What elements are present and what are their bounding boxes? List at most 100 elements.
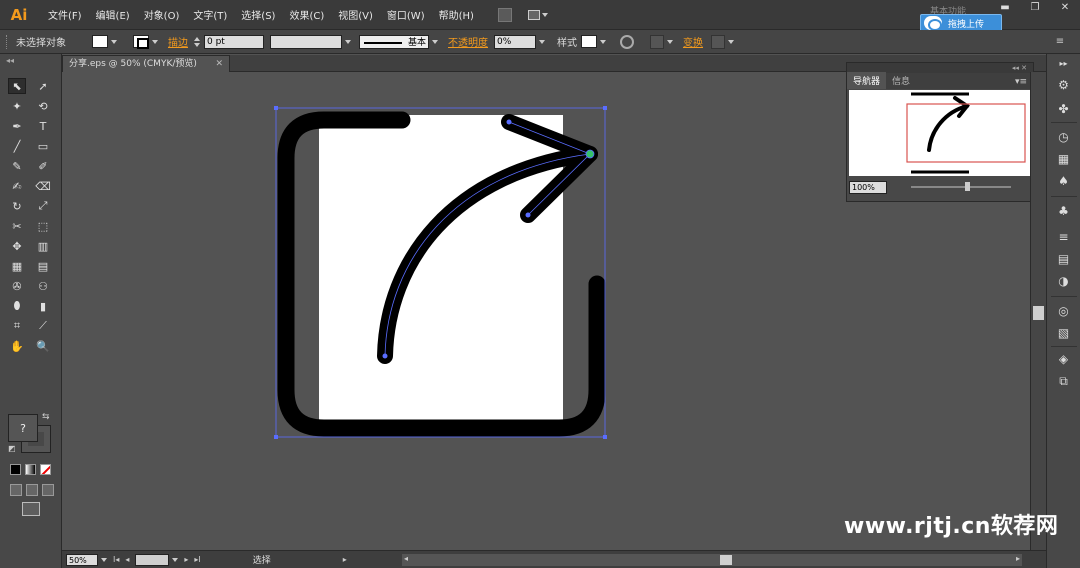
eyedropper-tool[interactable]: ✇ (8, 278, 26, 294)
stroke-panel-icon[interactable]: ≡ (1056, 230, 1071, 244)
zoom-tool[interactable]: 🔍 (34, 338, 52, 354)
menu-help[interactable]: 帮助(H) (439, 7, 474, 22)
first-artboard-button[interactable]: I◂ (113, 555, 119, 564)
selection-tool[interactable]: ⬉ (8, 78, 26, 94)
navigator-zoom-slider[interactable] (911, 182, 1011, 191)
paintbrush-tool[interactable]: ✎ (8, 158, 26, 174)
graphic-styles-panel-icon[interactable]: ▧ (1056, 326, 1071, 340)
none-mode-button[interactable] (40, 464, 51, 475)
vertical-scrollbar[interactable] (1030, 72, 1046, 550)
stroke-weight-input[interactable]: 0 pt (204, 34, 264, 49)
column-graph-tool[interactable]: ▮ (34, 298, 52, 314)
blend-tool[interactable]: ⚇ (34, 278, 52, 294)
blob-brush-tool[interactable]: ✍ (8, 178, 26, 194)
horizontal-scroll-thumb[interactable] (720, 555, 732, 565)
brush-definition[interactable]: 基本 (359, 34, 429, 49)
status-menu-icon[interactable]: ▸ (343, 555, 347, 564)
eraser-tool[interactable]: ⌫ (34, 178, 52, 194)
previous-artboard-button[interactable]: ◂ (125, 555, 129, 564)
lasso-tool[interactable]: ⟲ (34, 98, 52, 114)
draw-behind-button[interactable] (26, 484, 38, 496)
vertical-scroll-thumb[interactable] (1033, 306, 1044, 320)
menu-view[interactable]: 视图(V) (338, 7, 373, 22)
control-menu-icon[interactable] (728, 39, 734, 44)
restore-button[interactable]: ❐ (1020, 0, 1050, 14)
draw-normal-button[interactable] (10, 484, 22, 496)
zoom-level-input[interactable]: 50% (66, 553, 98, 566)
bbox-handle-top-right[interactable] (603, 106, 607, 110)
bridge-icon[interactable] (497, 7, 512, 22)
variable-width-profile[interactable] (270, 34, 342, 49)
navigator-preview[interactable] (849, 90, 1031, 176)
tab-info[interactable]: 信息 (886, 72, 916, 89)
magic-wand-tool[interactable]: ✦ (8, 98, 26, 114)
color-mode-button[interactable] (10, 464, 21, 475)
stroke-weight-stepper[interactable] (194, 35, 202, 49)
width-tool[interactable]: ✂ (8, 218, 26, 234)
perspective-grid-tool[interactable]: ▥ (34, 238, 52, 254)
graphic-styles-icon[interactable]: ♣ (1056, 204, 1071, 218)
type-tool[interactable]: T (34, 118, 52, 134)
anchor-point-start[interactable] (382, 353, 388, 359)
hand-tool[interactable]: ✋ (8, 338, 26, 354)
gradient-panel-icon[interactable]: ▤ (1056, 252, 1071, 266)
recolor-artwork-icon[interactable] (620, 34, 634, 49)
artboard-number-input[interactable] (135, 553, 170, 566)
brush-dropdown-icon[interactable] (432, 39, 438, 44)
bbox-handle-top-left[interactable] (274, 106, 278, 110)
anchor-point-head-bottom[interactable] (525, 212, 531, 218)
color-panel-icon[interactable]: ⚙ (1056, 78, 1071, 92)
free-transform-tool[interactable]: ⬚ (34, 218, 52, 234)
line-tool[interactable]: ╱ (8, 138, 26, 154)
stroke-dropdown-icon[interactable] (152, 39, 158, 44)
pencil-tool[interactable]: ✐ (34, 158, 52, 174)
dock-collapse-icon[interactable]: ▸▸ (1056, 56, 1071, 70)
symbol-sprayer-tool[interactable]: ⬮ (8, 298, 26, 314)
fill-color-box[interactable]: ? (8, 414, 38, 442)
menu-type[interactable]: 文字(T) (193, 7, 227, 22)
anchor-point-head-top[interactable] (506, 119, 512, 125)
close-tab-icon[interactable]: ✕ (215, 56, 223, 72)
slice-tool[interactable]: ⟋ (34, 318, 52, 334)
shape-builder-tool[interactable]: ✥ (8, 238, 26, 254)
navigator-menu-icon[interactable]: ▾≡ (1015, 77, 1027, 89)
minimize-button[interactable]: ▬ (990, 0, 1020, 14)
arrange-documents-button[interactable] (527, 8, 550, 22)
document-tab[interactable]: 分享.eps @ 50% (CMYK/预览) ✕ (62, 55, 230, 72)
opacity-panel-link[interactable]: 不透明度 (448, 34, 488, 49)
menu-window[interactable]: 窗口(W) (387, 7, 425, 22)
artboard-dropdown-icon[interactable] (172, 557, 179, 562)
bbox-handle-bottom-right[interactable] (603, 435, 607, 439)
tools-panel-collapse[interactable]: ◂◂ (0, 54, 61, 68)
horizontal-scrollbar[interactable]: ◂ ▸ (402, 554, 1022, 566)
fill-dropdown-icon[interactable] (111, 39, 117, 44)
pen-tool[interactable]: ✒ (8, 118, 26, 134)
artboards-panel-icon[interactable]: ⧉ (1056, 374, 1071, 388)
rectangle-tool[interactable]: ▭ (34, 138, 52, 154)
swatches-panel-icon[interactable]: ◷ (1056, 130, 1071, 144)
scroll-left-button[interactable]: ◂ (404, 554, 408, 563)
rotate-tool[interactable]: ↻ (8, 198, 26, 214)
appearance-panel-icon[interactable]: ◎ (1056, 304, 1071, 318)
default-fill-stroke-icon[interactable]: ◩ (8, 444, 16, 453)
next-artboard-button[interactable]: ▸ (184, 555, 188, 564)
opacity-dropdown-icon[interactable] (539, 39, 545, 44)
swap-fill-stroke-icon[interactable]: ⇆ (42, 412, 50, 422)
graphic-style-swatch[interactable] (581, 35, 597, 48)
color-guide-icon[interactable]: ✤ (1056, 102, 1071, 116)
tab-navigator[interactable]: 导航器 (847, 72, 887, 89)
gradient-tool[interactable]: ▤ (34, 258, 52, 274)
menu-effect[interactable]: 效果(C) (289, 7, 324, 22)
brushes-panel-icon[interactable]: ▦ (1056, 152, 1071, 166)
align-dropdown-icon[interactable] (667, 39, 673, 44)
draw-inside-button[interactable] (42, 484, 54, 496)
menu-edit[interactable]: 编辑(E) (96, 7, 130, 22)
menu-object[interactable]: 对象(O) (144, 7, 180, 22)
layers-panel-icon[interactable]: ◈ (1056, 352, 1071, 366)
navigator-view-box[interactable] (906, 103, 1026, 163)
control-bar-grip[interactable] (6, 34, 10, 49)
scroll-right-button[interactable]: ▸ (1016, 554, 1020, 563)
transparency-panel-icon[interactable]: ◑ (1056, 274, 1071, 288)
last-artboard-button[interactable]: ▸I (194, 555, 200, 564)
opacity-input[interactable]: 0% (494, 34, 536, 49)
